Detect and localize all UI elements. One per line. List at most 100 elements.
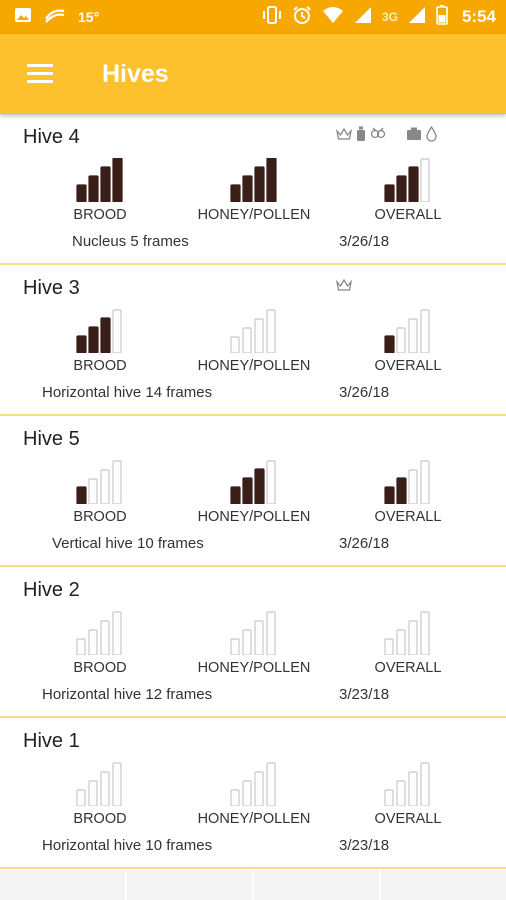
battery-icon <box>436 4 448 30</box>
level-bar <box>112 460 122 504</box>
level-bar <box>408 469 418 504</box>
hive-card[interactable]: Hive 1 BROOD HONEY/POLLEN OVERALL Horizo… <box>0 718 506 869</box>
brood-label: BROOD <box>73 358 127 374</box>
honey-pollen-label: HONEY/POLLEN <box>197 207 311 223</box>
brood-label: BROOD <box>73 207 127 223</box>
brood-metric: BROOD <box>30 309 170 379</box>
level-bar <box>230 638 240 655</box>
brood-label: BROOD <box>73 660 127 676</box>
overall-metric: OVERALL <box>338 158 478 228</box>
level-bar <box>384 789 394 806</box>
crown-icon <box>335 127 353 146</box>
hive-status-icons <box>335 125 437 147</box>
hive-description: Horizontal hive 10 frames <box>42 837 213 854</box>
honey-pollen-metric: HONEY/POLLEN <box>184 762 324 832</box>
wifi-icon <box>322 6 344 29</box>
level-bar <box>100 771 110 806</box>
level-bar <box>76 789 86 806</box>
hive-date: 3/23/18 <box>339 686 390 703</box>
level-bar <box>420 460 430 504</box>
honey-pollen-metric: HONEY/POLLEN <box>184 158 324 228</box>
hive-date: 3/23/18 <box>339 837 390 854</box>
level-bar <box>112 762 122 806</box>
level-bar <box>76 638 86 655</box>
level-bar <box>384 184 395 202</box>
hive-card[interactable]: Hive 3 BROOD HONEY/POLLEN OVERALL Horizo… <box>0 265 506 416</box>
status-bar-right: 3G 5:54 <box>262 0 496 34</box>
hamburger-menu-icon[interactable] <box>20 56 60 92</box>
honey-pollen-metric: HONEY/POLLEN <box>184 611 324 681</box>
cell-signal-icon <box>408 6 426 29</box>
hive-date: 3/26/18 <box>339 384 390 401</box>
hive-card[interactable]: Hive 5 BROOD HONEY/POLLEN OVERALL Vertic… <box>0 416 506 567</box>
level-bar <box>408 620 418 655</box>
level-bar <box>408 166 419 202</box>
level-bar <box>254 771 264 806</box>
level-bar <box>384 486 395 504</box>
level-bar <box>420 762 430 806</box>
hive-description: Horizontal hive 14 frames <box>42 384 213 401</box>
level-bar <box>254 468 265 504</box>
level-bar <box>76 184 87 202</box>
overall-label: OVERALL <box>374 207 442 223</box>
cell-signal-icon <box>354 6 372 29</box>
honey-pollen-label: HONEY/POLLEN <box>197 358 311 374</box>
hive-name: Hive 4 <box>23 126 80 148</box>
level-bar <box>266 309 276 353</box>
level-bar <box>396 477 407 504</box>
level-bar <box>88 629 98 655</box>
level-bar <box>88 175 99 202</box>
level-bar <box>384 638 394 655</box>
vibrate-icon <box>262 5 282 29</box>
crown-icon <box>335 278 353 297</box>
level-bar <box>384 335 395 353</box>
brood-metric: BROOD <box>30 460 170 530</box>
level-bar <box>266 460 276 504</box>
level-bar <box>76 486 87 504</box>
level-bar <box>230 184 241 202</box>
level-bar <box>100 317 111 353</box>
page-title: Hives <box>102 60 169 88</box>
hive-list: Hive 4 BROOD HONEY/POLLEN OVERALL Nucleu… <box>0 114 506 869</box>
hive-name: Hive 1 <box>23 730 80 752</box>
level-bar <box>396 327 406 353</box>
level-bar <box>242 477 253 504</box>
level-bar <box>266 158 277 202</box>
level-bar <box>396 780 406 806</box>
temperature: 15° <box>78 9 100 25</box>
level-bar <box>396 175 407 202</box>
hive-card[interactable]: Hive 2 BROOD HONEY/POLLEN OVERALL Horizo… <box>0 567 506 718</box>
level-bar <box>230 486 241 504</box>
clock: 5:54 <box>461 7 496 26</box>
level-bar <box>100 620 110 655</box>
brood-metric: BROOD <box>30 762 170 832</box>
hive-card[interactable]: Hive 4 BROOD HONEY/POLLEN OVERALL Nucleu… <box>0 114 506 265</box>
honey-pollen-metric: HONEY/POLLEN <box>184 309 324 379</box>
level-bar <box>100 166 111 202</box>
level-bar <box>230 789 240 806</box>
hive-date: 3/26/18 <box>339 535 390 552</box>
pest-icon <box>370 126 386 147</box>
level-bar <box>112 309 122 353</box>
medicine-bottle-icon <box>356 126 366 147</box>
alarm-icon <box>292 5 312 30</box>
level-bar <box>420 611 430 655</box>
overall-metric: OVERALL <box>338 309 478 379</box>
honey-pollen-metric: HONEY/POLLEN <box>184 460 324 530</box>
level-bar <box>242 175 253 202</box>
level-bar <box>266 611 276 655</box>
level-bar <box>254 620 264 655</box>
level-bar <box>254 166 265 202</box>
hive-name: Hive 5 <box>23 428 80 450</box>
water-drop-icon <box>426 125 437 147</box>
hive-description: Horizontal hive 12 frames <box>42 686 213 703</box>
hive-date: 3/26/18 <box>339 233 390 250</box>
status-bar: 15° 3G 5:54 <box>0 0 506 34</box>
overall-label: OVERALL <box>374 811 442 827</box>
bottom-strip <box>0 870 506 900</box>
overall-metric: OVERALL <box>338 460 478 530</box>
hive-name: Hive 3 <box>23 277 80 299</box>
feeder-icon <box>406 127 422 146</box>
level-bar <box>420 158 430 202</box>
level-bar <box>396 629 406 655</box>
